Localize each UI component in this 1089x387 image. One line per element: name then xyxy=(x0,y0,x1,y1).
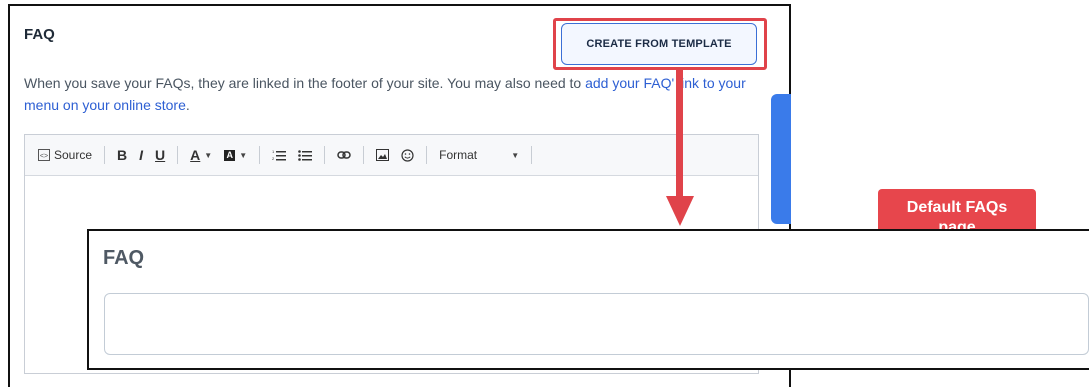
faq-content-field[interactable] xyxy=(104,293,1089,355)
zoomed-faq-title: FAQ xyxy=(103,247,145,269)
zoomed-faq-preview: FAQ xyxy=(87,229,1089,370)
callout-line-1: Default FAQs xyxy=(906,199,1008,216)
